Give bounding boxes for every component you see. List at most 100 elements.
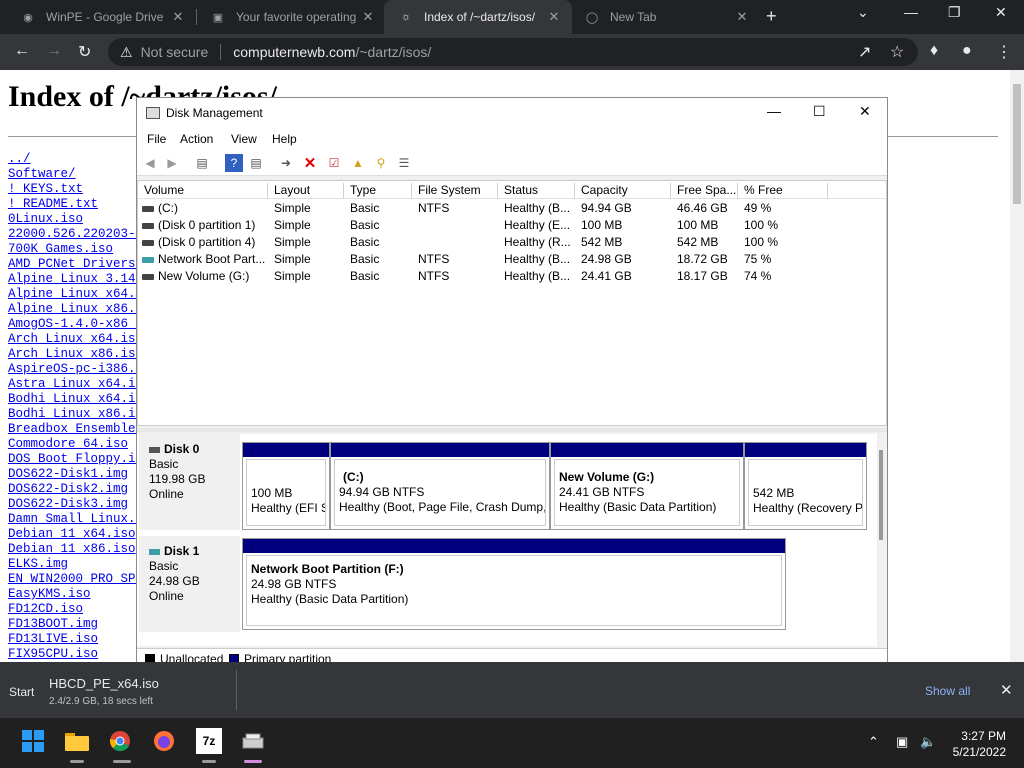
file-link[interactable]: Debian_11_x64.iso [8, 527, 143, 542]
checklist-icon[interactable]: ☑ [325, 154, 343, 172]
network-icon[interactable]: ▣ [896, 734, 908, 750]
disk0-partition-recovery[interactable]: 542 MB Healthy (Recovery P [744, 442, 867, 530]
file-link[interactable]: 22000.526.220203-1 [8, 227, 143, 242]
col-capacity[interactable]: Capacity [575, 183, 671, 199]
close-icon[interactable]: ✕ [734, 9, 750, 25]
col-free-space[interactable]: Free Spa... [671, 183, 738, 199]
maximize-icon[interactable]: ☐ [813, 103, 826, 120]
chevron-up-icon[interactable]: ⌃ [868, 734, 879, 750]
folder-up-icon[interactable]: ▲ [349, 154, 367, 172]
bookmark-star-icon[interactable]: ☆ [890, 42, 904, 62]
minimize-icon[interactable]: — [767, 103, 781, 119]
disk0-partition-c[interactable]: (C:) 94.94 GB NTFS Healthy (Boot, Page F… [330, 442, 550, 530]
help-icon[interactable]: ? [225, 154, 243, 172]
tab-favorite-os[interactable]: ▣ Your favorite operating systems in one… [196, 0, 386, 34]
volume-row[interactable]: New Volume (G:) Simple Basic NTFS Healthy (B… [138, 268, 886, 285]
tab-winpe-drive[interactable]: ◉ WinPE - Google Drive ✕ [6, 0, 196, 34]
file-link[interactable]: FD12CD.iso [8, 602, 143, 617]
minimize-icon[interactable]: — [904, 4, 918, 20]
file-link[interactable]: FD13BOOT.img [8, 617, 143, 632]
file-link[interactable]: Alpine_Linux_x64.i [8, 287, 143, 302]
menu-file[interactable]: File [147, 132, 166, 146]
volume-row[interactable]: (Disk 0 partition 1) Simple Basic Healthy (… [138, 217, 886, 234]
file-link[interactable]: !_README.txt [8, 197, 143, 212]
tab-new-tab[interactable]: ◯ New Tab ✕ [570, 0, 760, 34]
file-link[interactable]: EasyKMS.iso [8, 587, 143, 602]
disk0-label[interactable]: Disk 0 Basic 119.98 GB Online [139, 434, 240, 530]
pane-splitter[interactable] [137, 428, 887, 432]
properties-icon[interactable]: ▤ [247, 154, 265, 172]
close-window-icon[interactable]: ✕ [995, 4, 1007, 21]
close-icon[interactable]: ✕ [859, 103, 871, 120]
forward-icon[interactable]: → [46, 42, 62, 60]
file-link[interactable]: Bodhi_Linux_x86.is [8, 407, 143, 422]
file-link[interactable]: !_KEYS.txt [8, 182, 143, 197]
scroll-thumb[interactable] [1013, 84, 1021, 204]
volume-icon[interactable]: 🔈 [920, 734, 936, 750]
file-link[interactable]: Damn_Small_Linux.i [8, 512, 143, 527]
menu-help[interactable]: Help [272, 132, 297, 146]
disk-management-icon[interactable] [240, 728, 266, 754]
close-icon[interactable]: ✕ [170, 9, 186, 25]
file-link[interactable]: DOS_Boot_Floppy.im [8, 452, 143, 467]
start-label[interactable]: Start [9, 685, 34, 699]
back-icon[interactable]: ← [14, 42, 30, 60]
windows-start-icon[interactable] [20, 728, 46, 754]
file-link[interactable]: FD13LIVE.iso [8, 632, 143, 647]
file-link[interactable]: 700K_Games.iso [8, 242, 143, 257]
disk1-partition-f[interactable]: Network Boot Partition (F:) 24.98 GB NTF… [242, 538, 786, 630]
close-icon[interactable]: ✕ [546, 9, 562, 25]
file-link[interactable]: DOS622-Disk1.img [8, 467, 143, 482]
security-label[interactable]: Not secure [141, 44, 209, 60]
new-tab-icon[interactable]: + [766, 6, 777, 27]
tab-index-isos[interactable]: ☼ Index of /~dartz/isos/ ✕ [384, 0, 572, 34]
file-link[interactable]: Software/ [8, 167, 143, 182]
menu-kebab-icon[interactable]: ⋮ [996, 42, 1012, 62]
disk0-partition-efi[interactable]: 100 MB Healthy (EFI S [242, 442, 330, 530]
show-all-button[interactable]: Show all [925, 684, 970, 698]
file-link[interactable]: Alpine_Linux_x86.i [8, 302, 143, 317]
list-view-icon[interactable]: ☰ [395, 154, 413, 172]
share-icon[interactable]: ↗ [858, 42, 871, 62]
search-folder-icon[interactable]: ⚲ [372, 154, 390, 172]
file-link[interactable]: 0Linux.iso [8, 212, 143, 227]
window-titlebar[interactable]: Disk Management — ☐ ✕ [137, 98, 887, 128]
clock[interactable]: 3:27 PM 5/21/2022 [946, 728, 1006, 760]
close-icon[interactable]: ✕ [1000, 681, 1013, 699]
menu-action[interactable]: Action [180, 132, 213, 146]
col-layout[interactable]: Layout [268, 183, 344, 199]
address-bar[interactable]: ⚠ Not secure computernewb.com/~dartz/iso… [108, 38, 918, 66]
file-link[interactable]: Commodore_64.iso [8, 437, 143, 452]
connect-icon[interactable]: ➜ [277, 154, 295, 172]
volume-row[interactable]: (C:) Simple Basic NTFS Healthy (B... 94.94 GB… [138, 200, 886, 217]
menu-view[interactable]: View [231, 132, 257, 146]
graph-scrollbar[interactable] [877, 434, 887, 646]
back-icon[interactable]: ◀ [141, 154, 159, 172]
file-link[interactable]: AMD_PCNet_Drivers. [8, 257, 143, 272]
file-link[interactable]: EN_WIN2000_PRO_SP4 [8, 572, 143, 587]
reload-icon[interactable]: ↻ [78, 42, 91, 62]
forward-icon[interactable]: ▶ [163, 154, 181, 172]
volume-row[interactable]: (Disk 0 partition 4) Simple Basic Healthy (… [138, 234, 886, 251]
file-link[interactable]: Breadbox_Ensemble_ [8, 422, 143, 437]
profile-icon[interactable]: ● [962, 42, 972, 60]
restore-icon[interactable]: ❐ [948, 4, 961, 21]
col-status[interactable]: Status [498, 183, 575, 199]
extensions-icon[interactable]: ♦ [930, 42, 938, 60]
file-link[interactable]: Bodhi_Linux_x64.is [8, 392, 143, 407]
scroll-thumb[interactable] [879, 450, 883, 540]
file-explorer-icon[interactable] [64, 728, 90, 754]
file-link[interactable]: Arch_Linux_x64.iso [8, 332, 143, 347]
file-link[interactable]: Arch_Linux_x86.iso [8, 347, 143, 362]
col-file-system[interactable]: File System [412, 183, 498, 199]
col-pct-free[interactable]: % Free [738, 183, 828, 199]
file-link[interactable]: DOS622-Disk3.img [8, 497, 143, 512]
volume-row[interactable]: Network Boot Part... Simple Basic NTFS Healt… [138, 251, 886, 268]
file-link[interactable]: Astra_Linux_x64.is [8, 377, 143, 392]
file-link[interactable]: AspireOS-pc-i386.i [8, 362, 143, 377]
close-icon[interactable]: ✕ [360, 9, 376, 25]
7zip-icon[interactable]: 7z [196, 728, 222, 754]
disk0-partition-g[interactable]: New Volume (G:) 24.41 GB NTFS Healthy (B… [550, 442, 744, 530]
page-scrollbar[interactable] [1010, 70, 1024, 662]
col-type[interactable]: Type [344, 183, 412, 199]
